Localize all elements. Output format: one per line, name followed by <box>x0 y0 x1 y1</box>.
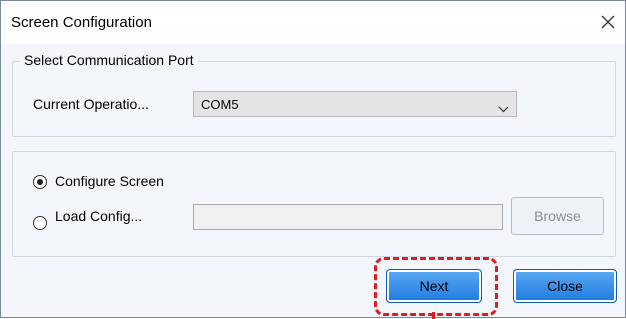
next-button[interactable]: Next <box>386 269 482 303</box>
dialog-title: Screen Configuration <box>11 14 152 31</box>
group-legend-port: Select Communication Port <box>20 52 198 68</box>
load-config-radio[interactable] <box>33 216 47 230</box>
browse-button[interactable]: Browse <box>511 197 604 235</box>
close-button[interactable]: Close <box>513 269 617 303</box>
title-bar: Screen Configuration <box>1 1 625 44</box>
load-config-label[interactable]: Load Config... <box>55 208 142 224</box>
configure-screen-radio[interactable] <box>33 175 47 189</box>
configuration-options-group: Configure Screen Load Config... Browse <box>12 151 616 257</box>
close-icon[interactable] <box>595 9 621 35</box>
configure-screen-label[interactable]: Configure Screen <box>55 173 164 189</box>
screen-configuration-dialog: Screen Configuration Select Communicatio… <box>0 0 626 319</box>
chevron-down-icon <box>498 100 509 118</box>
communication-port-group: Select Communication Port Current Operat… <box>12 52 616 137</box>
config-file-path-input[interactable] <box>193 204 503 230</box>
current-operation-label: Current Operatio... <box>33 96 149 112</box>
port-select-value: COM5 <box>201 97 239 112</box>
port-select[interactable]: COM5 <box>193 91 517 117</box>
